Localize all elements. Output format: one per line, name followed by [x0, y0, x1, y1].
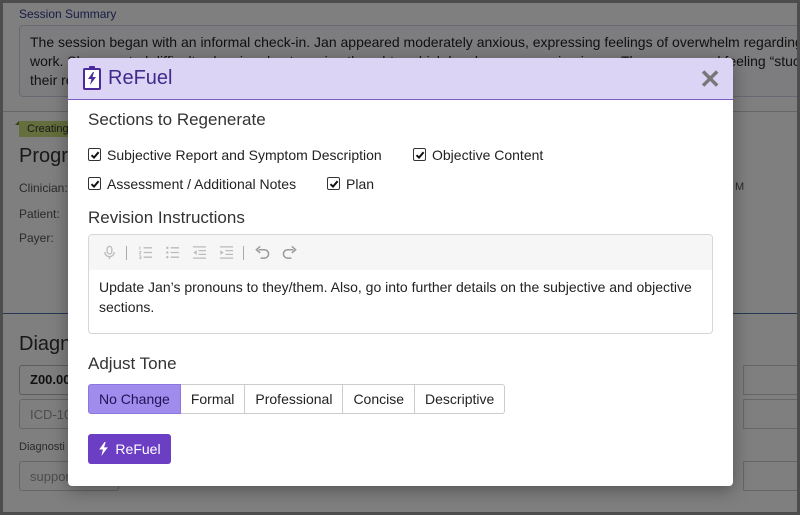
- indent-icon[interactable]: [216, 243, 236, 263]
- checkbox-objective[interactable]: Objective Content: [413, 147, 543, 163]
- unordered-list-icon[interactable]: [162, 243, 182, 263]
- checkbox-checked-icon[interactable]: [413, 148, 426, 161]
- tone-button-group: No Change Formal Professional Concise De…: [88, 384, 506, 414]
- toolbar-separator: [243, 245, 244, 260]
- tone-descriptive[interactable]: Descriptive: [415, 384, 506, 414]
- revision-editor: Update Jan’s pronouns to they/them. Also…: [88, 234, 713, 334]
- checkbox-label: Assessment / Additional Notes: [107, 175, 297, 192]
- microphone-icon[interactable]: [99, 243, 119, 263]
- checkbox-checked-icon[interactable]: [327, 177, 340, 190]
- refuel-button-label: ReFuel: [115, 441, 161, 457]
- checkbox-assessment[interactable]: Assessment / Additional Notes: [88, 176, 327, 192]
- modal-header: ReFuel ✕: [68, 58, 733, 100]
- toolbar-separator: [126, 245, 127, 260]
- tone-professional[interactable]: Professional: [245, 384, 344, 414]
- tone-title: Adjust Tone: [88, 354, 177, 373]
- refuel-modal: ReFuel ✕ Sections to Regenerate Subjecti…: [68, 58, 733, 486]
- checkbox-row: Subjective Report and Symptom Descriptio…: [88, 140, 713, 169]
- ordered-list-icon[interactable]: [135, 243, 155, 263]
- sections-title: Sections to Regenerate: [88, 110, 266, 129]
- checkbox-label: Subjective Report and Symptom Descriptio…: [107, 146, 382, 163]
- refuel-logo-icon: [83, 65, 101, 90]
- tone-concise[interactable]: Concise: [343, 384, 416, 414]
- checkbox-row: Assessment / Additional Notes Plan: [88, 169, 713, 198]
- redo-icon[interactable]: [279, 243, 299, 263]
- revision-title: Revision Instructions: [88, 208, 245, 227]
- lightning-icon: [99, 442, 109, 456]
- checkbox-subjective[interactable]: Subjective Report and Symptom Descriptio…: [88, 147, 413, 163]
- outdent-icon[interactable]: [189, 243, 209, 263]
- checkbox-checked-icon[interactable]: [88, 148, 101, 161]
- checkbox-checked-icon[interactable]: [88, 177, 101, 190]
- checkbox-label: Objective Content: [432, 146, 544, 163]
- undo-icon[interactable]: [252, 243, 272, 263]
- refuel-submit-button[interactable]: ReFuel: [88, 434, 171, 464]
- modal-title: ReFuel: [108, 67, 173, 89]
- tone-formal[interactable]: Formal: [180, 384, 246, 414]
- revision-text-input[interactable]: Update Jan’s pronouns to they/them. Also…: [89, 270, 712, 324]
- tone-no-change[interactable]: No Change: [88, 384, 181, 414]
- checkbox-label: Plan: [346, 175, 375, 192]
- modal-body: Sections to Regenerate Subjective Report…: [68, 100, 733, 464]
- editor-toolbar: [89, 235, 712, 270]
- checkbox-plan[interactable]: Plan: [327, 176, 374, 192]
- close-icon[interactable]: ✕: [699, 66, 721, 92]
